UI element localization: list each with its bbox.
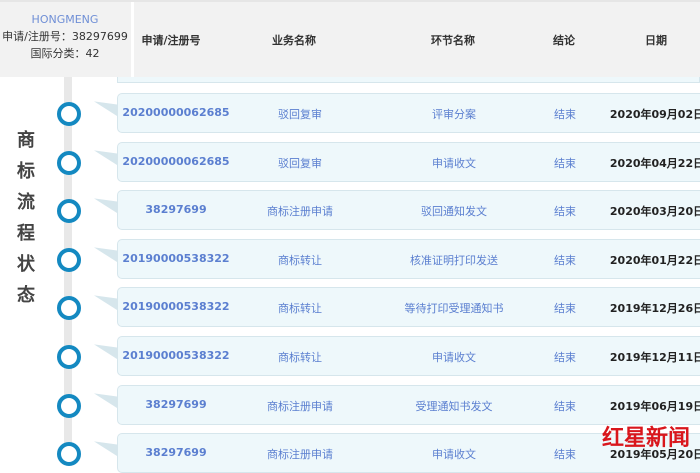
cell-num[interactable]: 38297699 bbox=[145, 398, 206, 411]
col-header-number: 申请/注册号 bbox=[141, 34, 201, 47]
registration-number: 申请/注册号：38297699 bbox=[2, 30, 128, 43]
col-header-date: 日期 bbox=[645, 34, 667, 47]
side-title-char: 状 bbox=[17, 254, 35, 275]
international-class: 国际分类：42 bbox=[30, 47, 100, 60]
cell-biz: 商标注册申请 bbox=[267, 205, 333, 219]
cell-step: 核准证明打印发送 bbox=[410, 253, 498, 267]
side-title: 商 标 流 程 状 态 bbox=[14, 125, 38, 311]
cell-result: 结束 bbox=[554, 302, 576, 316]
cell-result: 结束 bbox=[554, 205, 576, 219]
timeline-node-icon bbox=[57, 442, 81, 467]
cell-result: 结束 bbox=[554, 156, 576, 170]
timeline-node-icon bbox=[57, 296, 81, 321]
cell-biz: 商标转让 bbox=[278, 253, 322, 267]
cell-date: 2020年01月22日 bbox=[609, 253, 700, 267]
table-row[interactable]: 20200000062685 驳回复审 评审分案 结束 2020年09月02日 bbox=[117, 93, 700, 133]
timeline-node-icon bbox=[57, 345, 81, 369]
cell-step: 申请收文 bbox=[432, 351, 476, 364]
col-header-business: 业务名称 bbox=[272, 34, 316, 47]
timeline-node-icon bbox=[57, 199, 81, 224]
cell-step: 申请收文 bbox=[432, 448, 476, 462]
cell-num[interactable]: 20190000538322 bbox=[122, 349, 229, 362]
cell-num[interactable]: 20190000538322 bbox=[122, 300, 229, 313]
cell-num[interactable]: 20200000062685 bbox=[122, 106, 229, 119]
cell-biz: 商标转让 bbox=[278, 351, 322, 364]
cell-result: 结束 bbox=[554, 399, 576, 413]
col-header-result: 结论 bbox=[553, 34, 575, 47]
table-row[interactable]: 38297699 商标注册申请 受理通知书发文 结束 2019年06月19日 bbox=[117, 384, 700, 425]
table-row[interactable]: 20190000538322 商标转让 等待打印受理通知书 结束 2019年12月26日 bbox=[117, 287, 700, 328]
cell-biz: 商标注册申请 bbox=[267, 448, 333, 462]
cell-date: 2019年12月11日 bbox=[609, 351, 700, 364]
timeline-node-icon bbox=[57, 393, 81, 418]
cell-num[interactable]: 38297699 bbox=[145, 203, 206, 216]
cell-biz: 驳回复审 bbox=[278, 156, 322, 170]
cell-result: 结束 bbox=[554, 253, 576, 267]
cell-result: 结束 bbox=[554, 448, 576, 462]
cell-step: 驳回通知发文 bbox=[421, 205, 487, 219]
cell-num[interactable]: 20190000538322 bbox=[122, 252, 229, 265]
watermark-logo: 红星新闻 bbox=[602, 425, 691, 451]
table-row[interactable]: 38297699 商标注册申请 驳回通知发文 结束 2020年03月20日 bbox=[117, 190, 700, 231]
cell-num[interactable]: 38297699 bbox=[145, 446, 206, 459]
col-header-step: 环节名称 bbox=[431, 34, 475, 47]
table-row[interactable]: 20190000538322 商标转让 核准证明打印发送 结束 2020年01月22日 bbox=[117, 238, 700, 279]
cell-step: 评审分案 bbox=[432, 108, 476, 121]
side-title-char: 流 bbox=[17, 192, 35, 213]
cell-date: 2019年06月19日 bbox=[609, 399, 700, 413]
header-divider bbox=[131, 2, 134, 77]
brand-name: HONGMENG bbox=[31, 13, 99, 26]
timeline-node-icon bbox=[57, 102, 81, 126]
cell-date: 2019年12月26日 bbox=[609, 302, 700, 316]
table-header: HONGMENG 申请/注册号：38297699 国际分类：42 申请/注册号 … bbox=[0, 0, 700, 77]
timeline-node-icon bbox=[57, 247, 81, 272]
side-title-char: 态 bbox=[17, 285, 35, 306]
timeline-node-icon bbox=[57, 150, 81, 175]
side-title-char: 标 bbox=[17, 161, 35, 182]
cell-result: 结束 bbox=[554, 108, 576, 121]
previous-row-partial bbox=[117, 77, 700, 83]
cell-step: 申请收文 bbox=[432, 156, 476, 170]
side-title-char: 商 bbox=[17, 130, 35, 151]
table-row[interactable]: 20200000062685 驳回复审 申请收文 结束 2020年04月22日 bbox=[117, 141, 700, 182]
cell-biz: 驳回复审 bbox=[278, 108, 322, 121]
cell-num[interactable]: 20200000062685 bbox=[122, 155, 229, 168]
cell-step: 等待打印受理通知书 bbox=[404, 302, 504, 316]
cell-date: 2020年04月22日 bbox=[609, 156, 700, 170]
cell-biz: 商标注册申请 bbox=[267, 399, 333, 413]
table-row[interactable]: 20190000538322 商标转让 申请收文 结束 2019年12月11日 bbox=[117, 336, 700, 376]
cell-biz: 商标转让 bbox=[278, 302, 322, 316]
cell-date: 2020年09月02日 bbox=[609, 108, 700, 121]
cell-date: 2020年03月20日 bbox=[609, 205, 700, 219]
trademark-info: HONGMENG 申请/注册号：38297699 国际分类：42 bbox=[0, 2, 130, 77]
side-title-char: 程 bbox=[17, 223, 35, 244]
cell-step: 受理通知书发文 bbox=[415, 399, 493, 413]
cell-result: 结束 bbox=[554, 351, 576, 364]
